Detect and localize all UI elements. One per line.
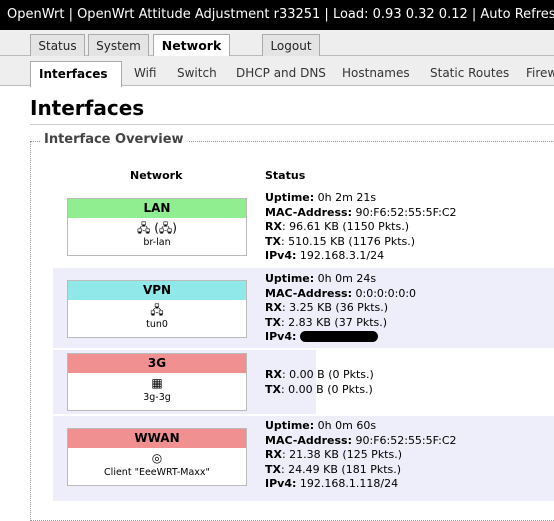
uptime-value: 0h 0m 60s <box>317 419 377 432</box>
tab-logout[interactable]: Logout <box>262 34 320 56</box>
wifi-icon: ◎ <box>151 451 163 465</box>
interface-device: Client "EeeWRT-Maxx" <box>104 467 210 478</box>
ipv4-value: 192.168.1.118/24 <box>299 477 399 491</box>
tx-value: : 0.00 B (0 Pkts.) <box>280 382 373 396</box>
tab-system[interactable]: System <box>88 34 149 56</box>
ipv4-value: 192.168.3.1/24 <box>299 249 385 263</box>
title-divider <box>30 124 554 125</box>
uptime-value: 0h 2m 21s <box>317 191 377 204</box>
interface-name: VPN <box>68 281 246 300</box>
status-wwan: Uptime: 0h 0m 60s MAC-Address: 90:F6:52:… <box>265 419 457 491</box>
subtab-hostnames[interactable]: Hostnames <box>342 61 410 86</box>
interface-box-lan[interactable]: LAN 🖧 (🖧) br-lan <box>67 198 247 256</box>
subtab-static-routes[interactable]: Static Routes <box>430 61 509 86</box>
rx-value: : 3.25 KB (36 Pkts.) <box>281 301 389 315</box>
subtab-dhcp-dns[interactable]: DHCP and DNS <box>236 61 326 86</box>
mac-value: 0:0:0:0:0:0 <box>355 286 417 300</box>
interface-box-vpn[interactable]: VPN 🖧 tun0 <box>67 280 247 338</box>
page-title: Interfaces <box>30 96 145 120</box>
tx-value: : 510.15 KB (1176 Pkts.) <box>280 234 416 248</box>
main-tab-bar: Status System Network Logout <box>0 30 554 57</box>
interface-box-wwan[interactable]: WWAN ◎ Client "EeeWRT-Maxx" <box>67 428 247 486</box>
uptime-value: 0h 0m 24s <box>317 272 377 285</box>
tx-value: : 2.83 KB (37 Pkts.) <box>280 315 388 329</box>
header-bar: OpenWrt | OpenWrt Attitude Adjustment r3… <box>0 0 554 30</box>
tx-value: : 24.49 KB (181 Pkts.) <box>280 462 402 476</box>
tab-status[interactable]: Status <box>30 34 85 56</box>
ethernet-icon: 🖧 <box>137 221 151 235</box>
column-header-network: Network <box>130 169 183 182</box>
subtab-switch[interactable]: Switch <box>177 61 217 86</box>
subtab-wifi[interactable]: Wifi <box>134 61 157 86</box>
interface-name: WWAN <box>68 429 246 448</box>
rx-value: : 0.00 B (0 Pkts.) <box>281 368 374 381</box>
mac-value: 90:F6:52:55:5F:C2 <box>355 205 457 219</box>
ethernet-port-icon: 🖧 <box>158 221 173 235</box>
interface-name: 3G <box>68 354 246 373</box>
mac-value: 90:F6:52:55:5F:C2 <box>355 433 457 447</box>
section-legend: Interface Overview <box>40 132 188 147</box>
tab-network[interactable]: Network <box>153 34 230 57</box>
interface-device: 3g-3g <box>143 392 171 403</box>
column-header-status: Status <box>265 169 306 182</box>
status-3g: RX: 0.00 B (0 Pkts.) TX: 0.00 B (0 Pkts.… <box>265 368 374 396</box>
tunnel-icon: 🖧 <box>150 303 164 317</box>
sub-tab-bar: Interfaces Wifi Switch DHCP and DNS Host… <box>0 56 554 87</box>
subtab-firewall[interactable]: Firew <box>526 61 554 86</box>
redacted-ip <box>300 331 379 343</box>
rx-value: : 96.61 KB (1150 Pkts.) <box>281 220 410 234</box>
interface-device: br-lan <box>143 237 171 248</box>
interface-name: LAN <box>68 199 246 218</box>
subtab-interfaces[interactable]: Interfaces <box>30 61 122 87</box>
interface-device: tun0 <box>146 319 168 330</box>
header-title: OpenWrt | OpenWrt Attitude Adjustment r3… <box>7 7 554 22</box>
interface-box-3g[interactable]: 3G ▦ 3g-3g <box>67 353 247 411</box>
rx-value: : 21.38 KB (125 Pkts.) <box>281 448 403 462</box>
status-vpn: Uptime: 0h 0m 24s MAC-Address: 0:0:0:0:0… <box>265 272 417 344</box>
status-lan: Uptime: 0h 2m 21s MAC-Address: 90:F6:52:… <box>265 191 457 263</box>
modem-icon: ▦ <box>151 376 163 390</box>
